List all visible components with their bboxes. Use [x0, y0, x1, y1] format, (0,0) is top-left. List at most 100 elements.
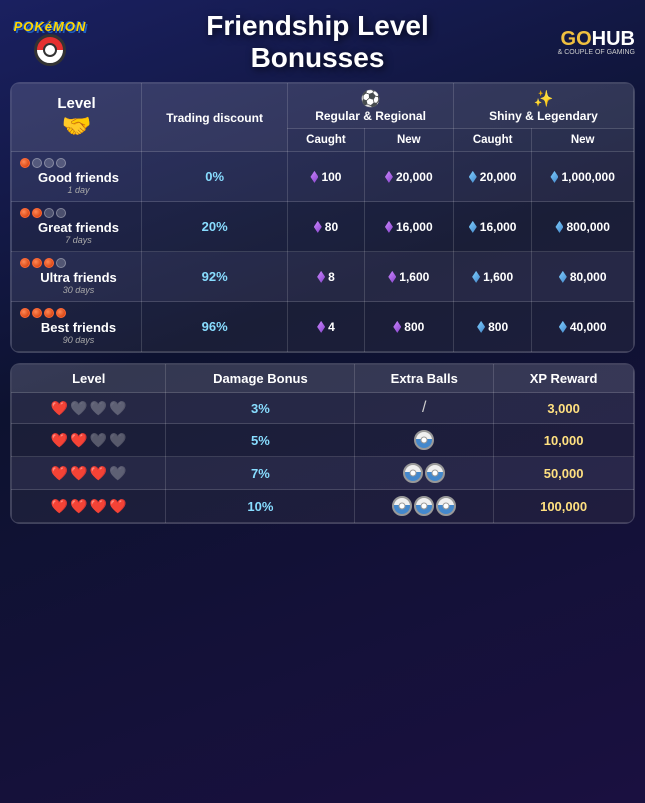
- regular-new-cell: 20,000: [364, 152, 453, 202]
- shiny-caught-number: 20,000: [480, 170, 517, 184]
- shiny-caught-cell: 800: [453, 302, 531, 352]
- shiny-new-number: 80,000: [570, 270, 607, 284]
- stardust-icon: [310, 171, 318, 183]
- heart-icon: 🤍: [70, 400, 87, 417]
- shiny-new-value: 800,000: [536, 220, 629, 234]
- regular-caught-value: 80: [292, 220, 359, 234]
- discount-cell: 20%: [142, 202, 288, 252]
- trade-row: Good friends 1 day 0% 100 20,000 20,000: [12, 152, 634, 202]
- friendship-dot: [20, 308, 30, 318]
- heart-icon: ❤️: [70, 465, 87, 482]
- regular-caught-number: 8: [328, 270, 335, 284]
- shiny-caught-number: 800: [488, 320, 508, 334]
- shiny-caught-value: 16,000: [458, 220, 527, 234]
- title-area: Friendship Level Bonusses: [90, 10, 545, 74]
- trade-row: Best friends 90 days 96% 4 800 800: [12, 302, 634, 352]
- regular-caught-value: 8: [292, 270, 359, 284]
- heart-icon: 🤍: [90, 432, 107, 449]
- stardust-icon: [385, 171, 393, 183]
- balls-group: [359, 496, 489, 516]
- level-name: Best friends: [20, 320, 137, 335]
- damage-value: 5%: [251, 433, 270, 448]
- heart-icon: ❤️: [70, 432, 87, 449]
- dots-row: [20, 308, 137, 318]
- balls-cell: [355, 490, 494, 523]
- level-days: 7 days: [20, 235, 137, 245]
- pokeball-icon: [392, 496, 412, 516]
- stardust-icon: [385, 221, 393, 233]
- gohub-name: GOHUB: [561, 29, 635, 49]
- damage-cell: 3%: [166, 393, 355, 424]
- discount-cell: 0%: [142, 152, 288, 202]
- heart-icon: ❤️: [51, 465, 68, 482]
- shiny-new-number: 1,000,000: [561, 170, 614, 184]
- heart-icon: ❤️: [51, 498, 68, 515]
- regular-new-cell: 800: [364, 302, 453, 352]
- trade-row: Ultra friends 30 days 92% 8 1,600 1,600: [12, 252, 634, 302]
- friendship-dot: [56, 208, 66, 218]
- friendship-dot: [56, 158, 66, 168]
- shiny-new-cell: 40,000: [532, 302, 634, 352]
- bonus-level-cell: ❤️❤️❤️🤍: [12, 457, 166, 490]
- shiny-header-icon: ✨: [458, 89, 629, 109]
- col-regular-header: ⚽ Regular & Regional: [288, 84, 454, 129]
- heart-icon: ❤️: [90, 465, 107, 482]
- shiny-new-value: 80,000: [536, 270, 629, 284]
- discount-value: 0%: [205, 169, 224, 184]
- dots-row: [20, 158, 137, 168]
- bonus-col-balls: Extra Balls: [355, 365, 494, 393]
- regular-caught-number: 4: [328, 320, 335, 334]
- stardust-icon: [559, 321, 567, 333]
- level-cell: Great friends 7 days: [12, 202, 142, 252]
- shiny-caught-cell: 16,000: [453, 202, 531, 252]
- bonus-col-xp: XP Reward: [494, 365, 634, 393]
- regular-new-number: 1,600: [399, 270, 429, 284]
- regular-new-value: 16,000: [369, 220, 449, 234]
- stardust-icon: [317, 321, 325, 333]
- heart-icon: ❤️: [70, 498, 87, 515]
- regular-new-cell: 16,000: [364, 202, 453, 252]
- level-name: Great friends: [20, 220, 137, 235]
- level-days: 30 days: [20, 285, 137, 295]
- heart-dots: ❤️❤️❤️❤️: [16, 498, 161, 515]
- shiny-caught-number: 16,000: [480, 220, 517, 234]
- shiny-new-value: 1,000,000: [536, 170, 629, 184]
- bonus-row: ❤️❤️🤍🤍 5% 10,000: [12, 424, 634, 457]
- damage-value: 7%: [251, 466, 270, 481]
- friendship-dot: [44, 308, 54, 318]
- level-days: 90 days: [20, 335, 137, 345]
- friendship-dot: [20, 208, 30, 218]
- pokeball-icon: [414, 430, 434, 450]
- bonus-row: ❤️❤️❤️🤍 7% 50,000: [12, 457, 634, 490]
- friendship-dot: [44, 258, 54, 268]
- page-title: Friendship Level Bonusses: [90, 10, 545, 74]
- pokeball-icon: [403, 463, 423, 483]
- col-regular-caught-header: Caught: [288, 129, 364, 152]
- bonus-row: ❤️🤍🤍🤍 3% / 3,000: [12, 393, 634, 424]
- xp-value: 100,000: [540, 499, 587, 514]
- heart-dots: ❤️🤍🤍🤍: [16, 400, 161, 417]
- shiny-caught-value: 800: [458, 320, 527, 334]
- friendship-dot: [56, 258, 66, 268]
- regular-new-value: 1,600: [369, 270, 449, 284]
- shiny-new-cell: 1,000,000: [532, 152, 634, 202]
- heart-icon: ❤️: [90, 498, 107, 515]
- bonus-row: ❤️❤️❤️❤️ 10% 100,000: [12, 490, 634, 523]
- regular-new-number: 800: [404, 320, 424, 334]
- regular-caught-cell: 100: [288, 152, 364, 202]
- trade-row: Great friends 7 days 20% 80 16,000 16,00…: [12, 202, 634, 252]
- stardust-icon: [317, 271, 325, 283]
- regular-caught-value: 100: [292, 170, 359, 184]
- xp-value: 10,000: [544, 433, 584, 448]
- heart-icon: ❤️: [51, 432, 68, 449]
- stardust-icon: [472, 271, 480, 283]
- stardust-icon: [314, 221, 322, 233]
- shiny-caught-cell: 1,600: [453, 252, 531, 302]
- col-shiny-header: ✨ Shiny & Legendary: [453, 84, 633, 129]
- bonus-level-cell: ❤️❤️❤️❤️: [12, 490, 166, 523]
- shiny-new-number: 800,000: [566, 220, 609, 234]
- pokeball-icon: [436, 496, 456, 516]
- regular-caught-number: 80: [325, 220, 338, 234]
- damage-cell: 7%: [166, 457, 355, 490]
- stardust-icon: [393, 321, 401, 333]
